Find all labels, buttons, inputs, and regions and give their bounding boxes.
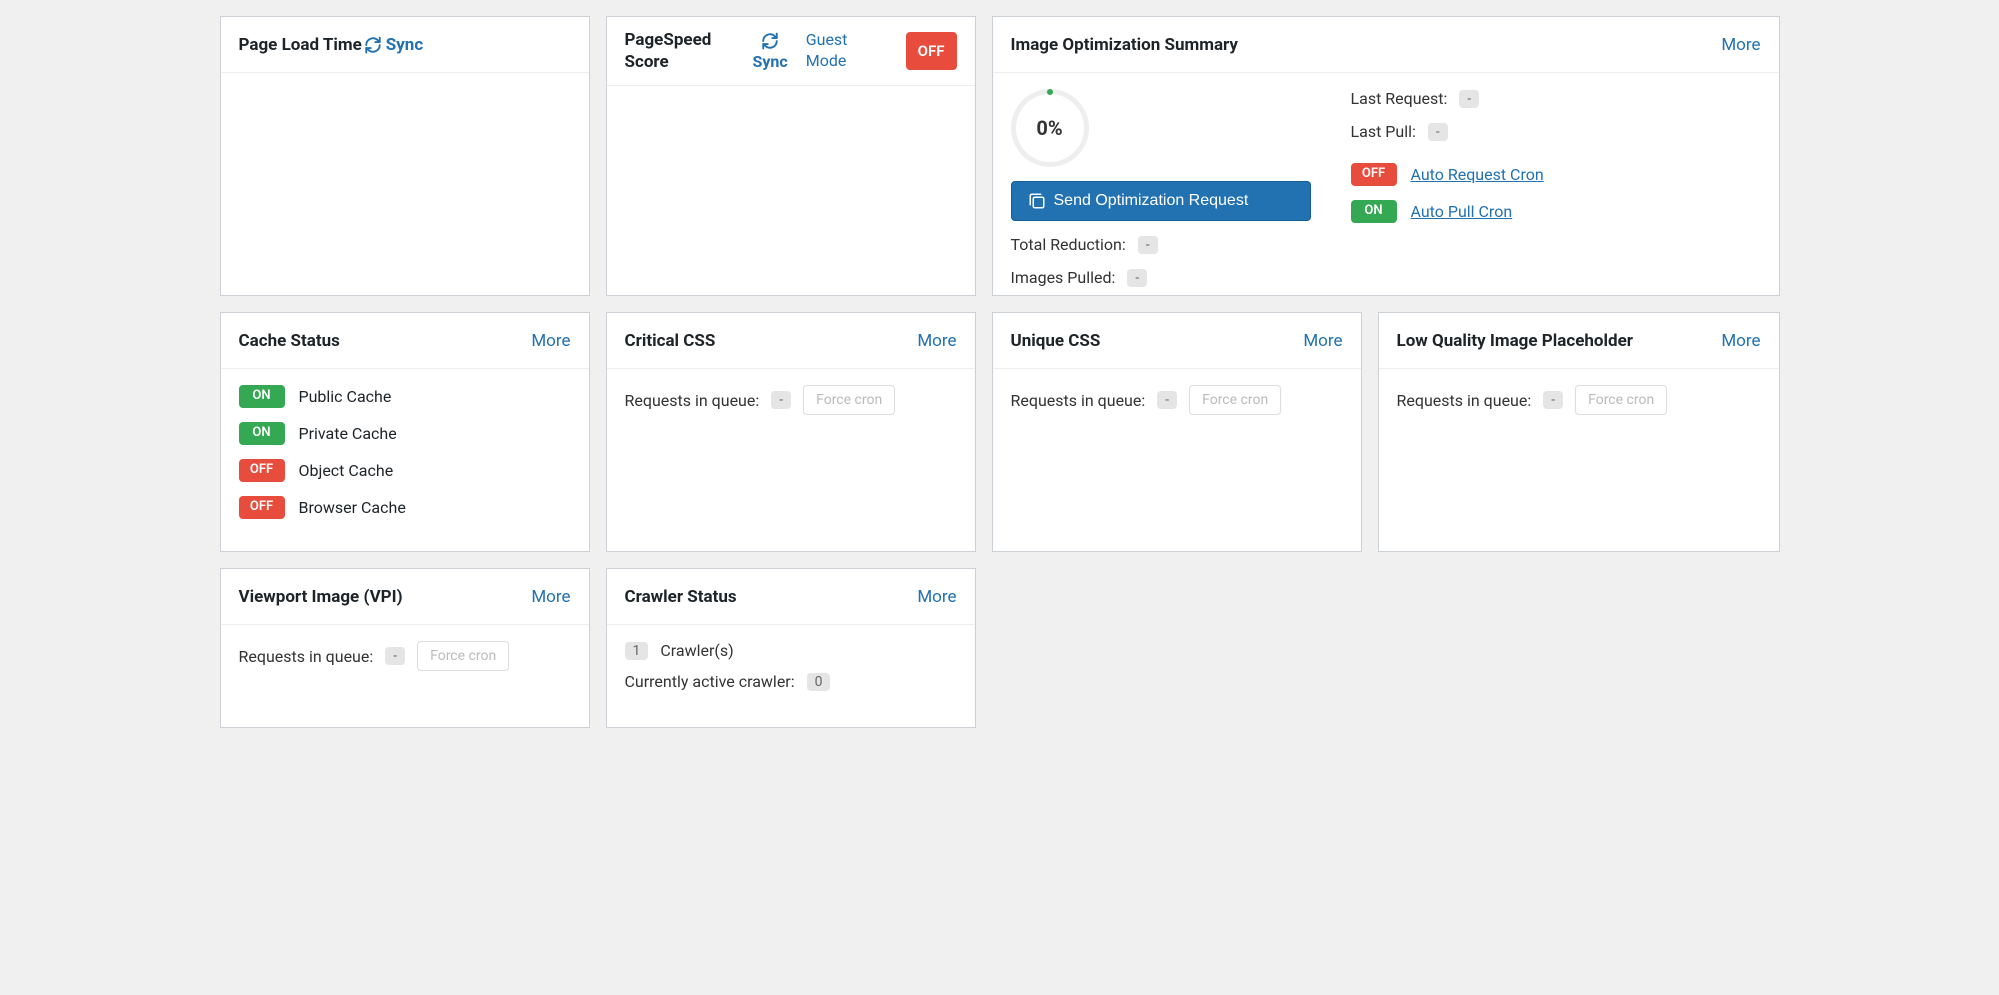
- lqip-more-link[interactable]: More: [1721, 331, 1760, 351]
- card-vpi: Viewport Image (VPI) More Requests in qu…: [220, 568, 590, 728]
- pagespeed-guest-mode-link[interactable]: Guest Mode: [806, 30, 866, 72]
- vpi-queue-value: -: [385, 647, 405, 665]
- vpi-force-cron-button[interactable]: Force cron: [417, 641, 509, 671]
- total-reduction-label: Total Reduction:: [1011, 235, 1126, 254]
- pagespeed-guest-mode-off-badge: OFF: [906, 32, 957, 70]
- cache-row-private: ON Private Cache: [239, 422, 571, 445]
- pagespeed-title: PageSpeed Score: [625, 29, 735, 73]
- cache-label: Object Cache: [299, 461, 394, 480]
- page-load-time-sync-link[interactable]: Sync: [386, 35, 423, 55]
- send-optimization-request-label: Send Optimization Request: [1054, 192, 1249, 210]
- card-pagespeed-score: PageSpeed Score Sync Guest Mode OFF: [606, 16, 976, 296]
- unique-css-queue-label: Requests in queue:: [1011, 391, 1146, 410]
- card-lqip: Low Quality Image Placeholder More Reque…: [1378, 312, 1780, 552]
- cache-status-more-link[interactable]: More: [531, 331, 570, 351]
- unique-css-force-cron-button[interactable]: Force cron: [1189, 385, 1281, 415]
- crawler-count-suffix: Crawler(s): [660, 641, 733, 660]
- critical-css-queue-label: Requests in queue:: [625, 391, 760, 410]
- total-reduction-value: -: [1138, 236, 1158, 254]
- auto-pull-cron-link[interactable]: Auto Pull Cron: [1411, 202, 1513, 221]
- cache-badge: ON: [239, 422, 285, 445]
- lqip-force-cron-button[interactable]: Force cron: [1575, 385, 1667, 415]
- cache-label: Public Cache: [299, 387, 392, 406]
- cache-status-list: ON Public Cache ON Private Cache OFF Obj…: [221, 369, 589, 549]
- cache-badge: OFF: [239, 459, 285, 482]
- vpi-queue-label: Requests in queue:: [239, 647, 374, 666]
- pagespeed-body: [607, 86, 975, 118]
- cache-row-object: OFF Object Cache: [239, 459, 571, 482]
- page-load-time-title: Page Load Time: [239, 35, 362, 55]
- card-page-load-time: Page Load Time Sync: [220, 16, 590, 296]
- cache-row-browser: OFF Browser Cache: [239, 496, 571, 519]
- images-pulled-label: Images Pulled:: [1011, 268, 1116, 287]
- last-request-value: -: [1459, 90, 1479, 108]
- vpi-title: Viewport Image (VPI): [239, 587, 403, 607]
- image-opt-gauge: 0%: [1011, 89, 1089, 167]
- unique-css-queue-value: -: [1157, 391, 1177, 409]
- sync-icon[interactable]: [761, 32, 779, 50]
- cache-status-title: Cache Status: [239, 331, 340, 351]
- vpi-more-link[interactable]: More: [531, 587, 570, 607]
- cache-label: Private Cache: [299, 424, 397, 443]
- cache-badge: OFF: [239, 496, 285, 519]
- image-opt-gauge-value: 0%: [1036, 116, 1062, 140]
- lqip-title: Low Quality Image Placeholder: [1397, 331, 1633, 351]
- card-crawler-status: Crawler Status More 1 Crawler(s) Current…: [606, 568, 976, 728]
- last-request-label: Last Request:: [1351, 89, 1448, 108]
- auto-pull-cron-badge: ON: [1351, 200, 1397, 223]
- crawler-active-label: Currently active crawler:: [625, 672, 795, 691]
- gauge-indicator-dot: [1047, 89, 1053, 95]
- image-opt-more-link[interactable]: More: [1721, 35, 1760, 55]
- card-critical-css: Critical CSS More Requests in queue: - F…: [606, 312, 976, 552]
- sync-icon[interactable]: [364, 36, 382, 54]
- auto-request-cron-badge: OFF: [1351, 163, 1397, 186]
- page-load-time-body: [221, 73, 589, 105]
- auto-request-cron-link[interactable]: Auto Request Cron: [1411, 165, 1544, 184]
- crawler-more-link[interactable]: More: [917, 587, 956, 607]
- image-opt-title: Image Optimization Summary: [1011, 35, 1239, 55]
- crawler-title: Crawler Status: [625, 587, 737, 607]
- critical-css-force-cron-button[interactable]: Force cron: [803, 385, 895, 415]
- last-pull-value: -: [1428, 123, 1448, 141]
- card-image-optimization: Image Optimization Summary More 0% Send …: [992, 16, 1780, 296]
- unique-css-more-link[interactable]: More: [1303, 331, 1342, 351]
- last-pull-label: Last Pull:: [1351, 122, 1416, 141]
- send-optimization-request-button[interactable]: Send Optimization Request: [1011, 181, 1311, 221]
- lqip-queue-label: Requests in queue:: [1397, 391, 1532, 410]
- crawler-count-value: 1: [625, 642, 649, 660]
- lqip-queue-value: -: [1543, 391, 1563, 409]
- unique-css-title: Unique CSS: [1011, 331, 1101, 351]
- cache-badge: ON: [239, 385, 285, 408]
- images-pulled-value: -: [1127, 269, 1147, 287]
- card-cache-status: Cache Status More ON Public Cache ON Pri…: [220, 312, 590, 552]
- cache-row-public: ON Public Cache: [239, 385, 571, 408]
- crawler-active-value: 0: [807, 673, 831, 691]
- cache-label: Browser Cache: [299, 498, 406, 517]
- critical-css-queue-value: -: [771, 391, 791, 409]
- critical-css-title: Critical CSS: [625, 331, 716, 351]
- critical-css-more-link[interactable]: More: [917, 331, 956, 351]
- pagespeed-sync-link[interactable]: Sync: [753, 52, 788, 71]
- card-unique-css: Unique CSS More Requests in queue: - For…: [992, 312, 1362, 552]
- images-stack-icon: [1028, 192, 1046, 210]
